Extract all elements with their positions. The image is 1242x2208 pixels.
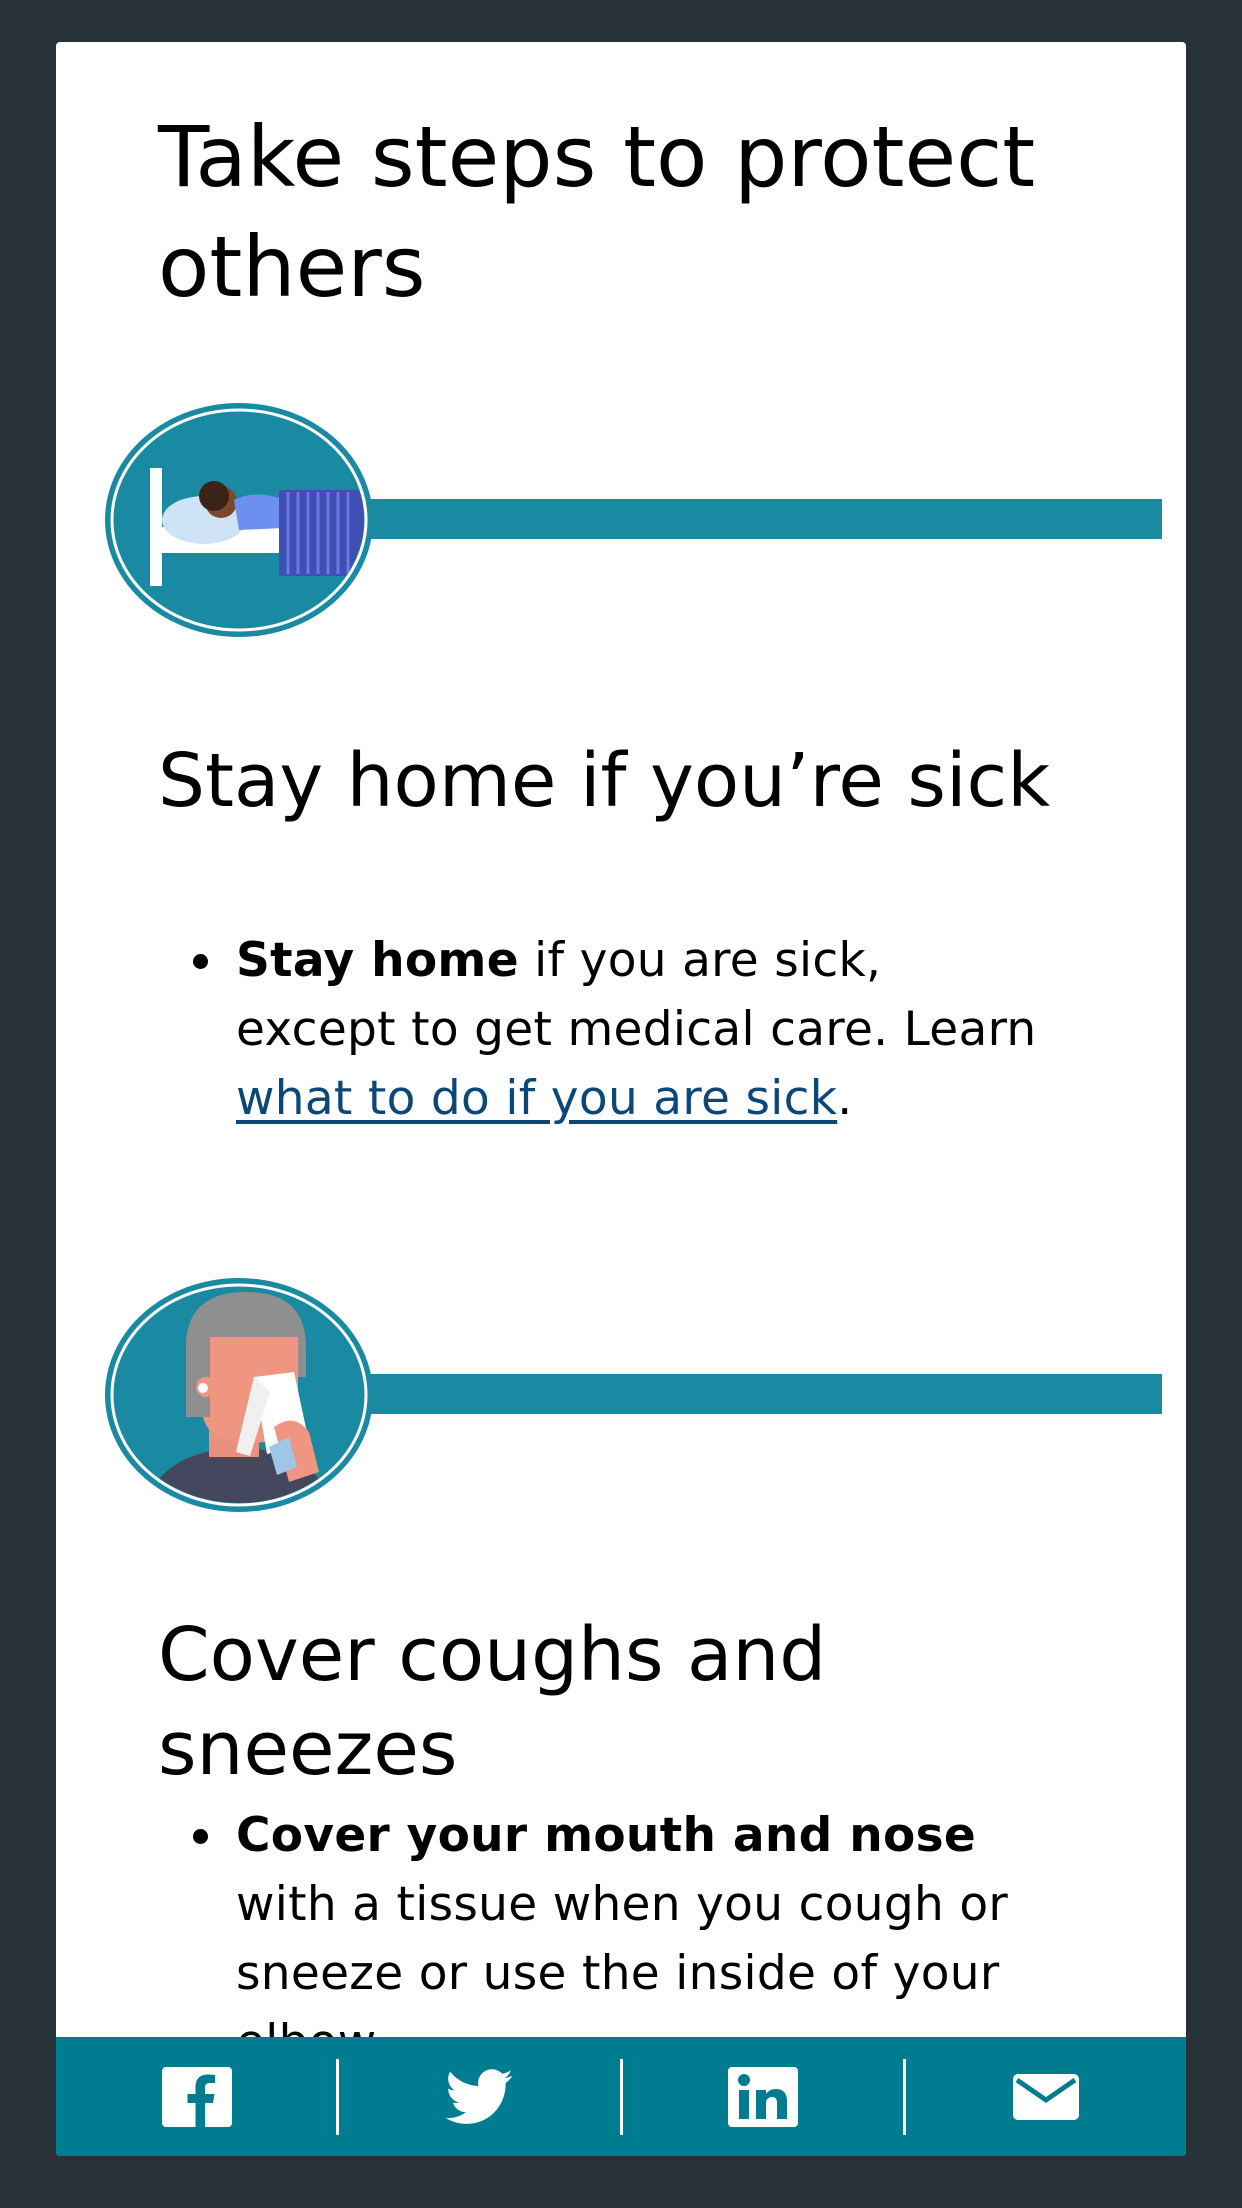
- twitter-share-button[interactable]: [339, 2037, 619, 2156]
- list-item: Stay home if you are sick, except to get…: [193, 926, 1056, 1133]
- section-title-stay-home: Stay home if you’re sick: [158, 738, 1051, 824]
- page-title: Take steps to protect others: [158, 108, 1036, 316]
- list-item: Cover your mouth and nose with a tissue …: [193, 1801, 1056, 2037]
- bullet-text-end: .: [837, 1071, 853, 1126]
- scroll-content[interactable]: Take steps to protect others Stay home i…: [56, 42, 1186, 2037]
- timeline-step-cover-coughs: [104, 1277, 1186, 1517]
- email-icon: [1012, 2073, 1079, 2120]
- share-bar: [56, 2037, 1186, 2156]
- person-covering-sneeze-icon: [105, 1278, 373, 1512]
- linkedin-icon: [727, 2066, 798, 2127]
- timeline-bar: [364, 499, 1162, 539]
- content-card: Take steps to protect others Stay home i…: [56, 42, 1186, 2156]
- bullet-list-cover-coughs: Cover your mouth and nose with a tissue …: [158, 1801, 1056, 2037]
- bullet-list-stay-home: Stay home if you are sick, except to get…: [158, 926, 1056, 1133]
- bullet-strong-text: Cover your mouth and nose: [236, 1808, 977, 1863]
- section-title-cover-coughs: Cover coughs and sneezes: [158, 1612, 827, 1792]
- person-sick-in-bed-icon: [105, 403, 373, 637]
- what-to-do-if-sick-link[interactable]: what to do if you are sick: [236, 1071, 837, 1126]
- facebook-share-button[interactable]: [56, 2037, 336, 2156]
- twitter-icon: [445, 2068, 513, 2124]
- bullet-strong-text: Stay home: [236, 933, 519, 988]
- email-share-button[interactable]: [906, 2037, 1186, 2156]
- linkedin-share-button[interactable]: [623, 2037, 903, 2156]
- bullet-text: with a tissue when you cough or sneeze o…: [236, 1877, 1008, 2037]
- timeline-bar: [364, 1374, 1162, 1414]
- timeline-step-stay-home: [104, 402, 1186, 642]
- facebook-icon: [162, 2066, 233, 2127]
